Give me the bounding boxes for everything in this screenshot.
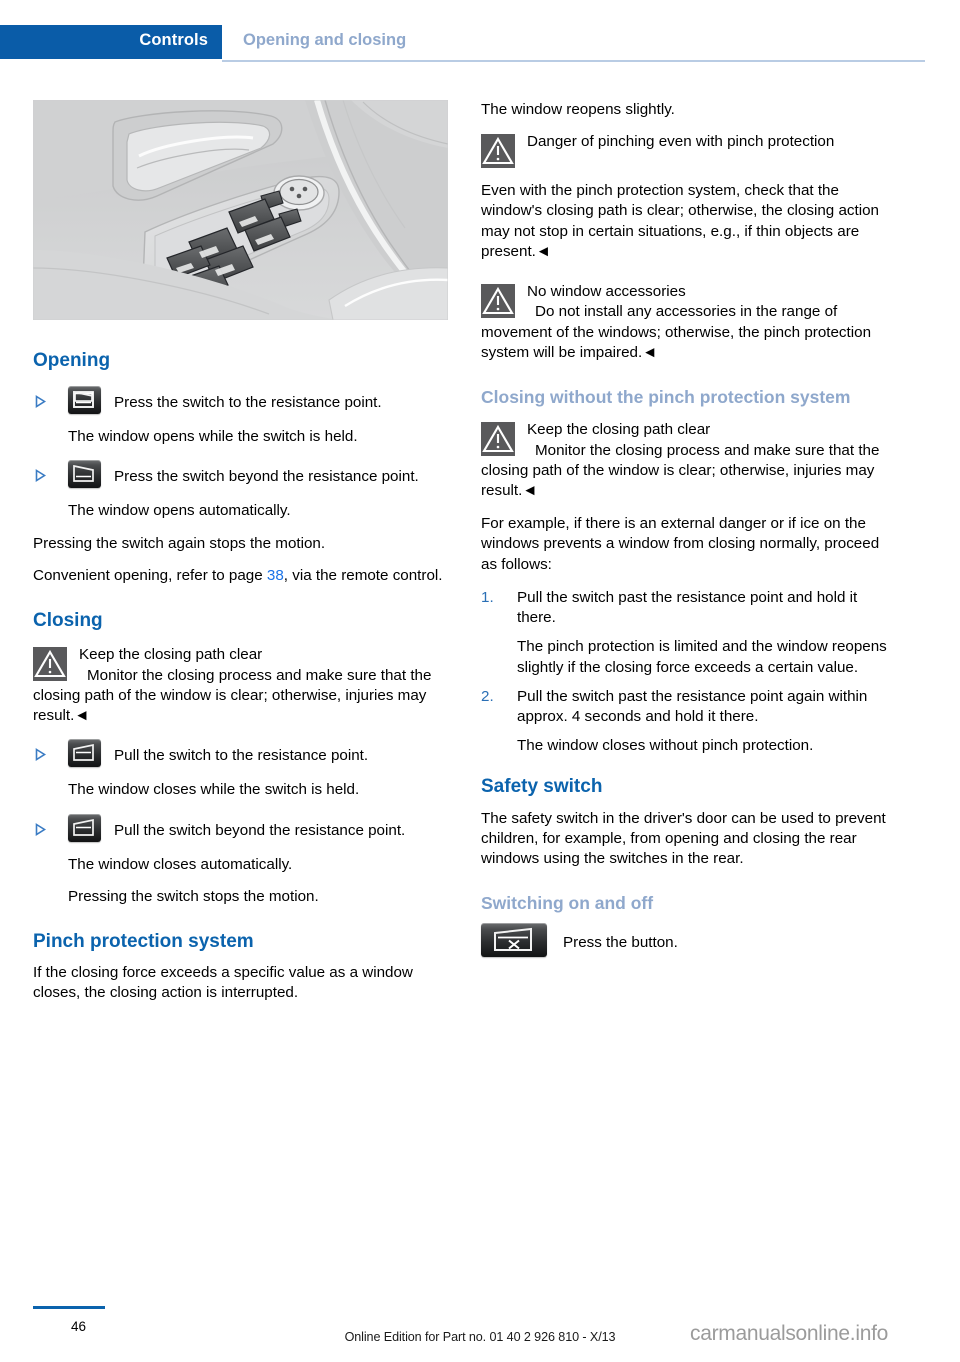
step-pull-to-resistance: Pull the switch to the resistance point.: [33, 739, 450, 769]
warning-title: Keep the closing path clear: [79, 646, 263, 664]
heading-pinch-protection-system: Pinch protection system: [33, 930, 254, 952]
step-press-beyond-resistance: Press the switch beyond the resistance p…: [33, 460, 450, 490]
warning-no-window-accessories: No window accessories Do not install any…: [481, 282, 898, 363]
step-pull-beyond-resistance: Pull the switch beyond the resistance po…: [33, 813, 450, 844]
right-column: The window reopens slightly. Danger of p…: [481, 100, 898, 969]
list-item-text: Pull the switch past the resistance poin…: [517, 687, 868, 725]
bullet-triangle-icon: [34, 395, 48, 409]
bullet-triangle-icon: [34, 469, 48, 483]
watermark: carmanualsonline.info: [690, 1322, 888, 1345]
chapter-tab-label: Controls: [139, 31, 208, 49]
crossref-page-link[interactable]: 38: [267, 567, 284, 584]
opening-note: Pressing the switch again stops the moti…: [33, 534, 326, 552]
window-close-switch-icon: [68, 739, 101, 768]
heading-safety-switch: Safety switch: [481, 776, 603, 798]
footer-divider: [33, 1306, 105, 1309]
warning-endmark: ◄: [535, 242, 551, 260]
step-result: The window opens while the switch is hel…: [68, 428, 358, 446]
heading-switching-on-and-off: Switching on and off: [481, 893, 654, 914]
chapter-tab: Controls: [0, 25, 222, 59]
list-item-subtext: The window closes without pinch protecti…: [517, 737, 814, 755]
heading-opening: Opening: [33, 350, 111, 371]
warning-body: Monitor the closing process and make sur…: [481, 441, 898, 502]
bullet-triangle-icon: [34, 822, 48, 837]
warning-body-text: Do not install any accessories in the ra…: [481, 303, 872, 361]
rear-window-lockout-button-icon: [481, 922, 547, 957]
warning-body: Monitor the closing process and make sur…: [33, 666, 450, 727]
header-divider: [222, 60, 925, 62]
warning-endmark: ◄: [642, 343, 658, 361]
warning-endmark: ◄: [522, 481, 538, 499]
warning-title: Danger of pinching even with pinch prote…: [527, 133, 835, 151]
heading-closing: Closing: [33, 610, 103, 632]
opening-crossref: Convenient opening, refer to page 38, vi…: [33, 566, 450, 586]
door-panel-illustration: [33, 100, 448, 320]
numbered-procedure-list: 1. Pull the switch past the resistance p…: [481, 588, 898, 757]
step-press-to-resistance: Press the switch to the resistance point…: [33, 386, 450, 416]
step-result: The window closes automatically.: [68, 855, 293, 873]
bullet-triangle-icon: [34, 748, 48, 762]
list-item-number: 2.: [481, 687, 494, 705]
section-title: Opening and closing: [243, 31, 407, 49]
crossref-suffix: , via the remote control.: [283, 566, 443, 584]
warning-triangle-icon: [481, 422, 515, 457]
warning-endmark: ◄: [74, 707, 90, 725]
warning-body-text: Monitor the closing process and make sur…: [481, 441, 880, 499]
step-instruction: Pull the switch to the resistance point.: [114, 747, 369, 765]
warning-danger-of-pinching: Danger of pinching even with pinch prote…: [481, 132, 898, 169]
window-open-switch-icon: [68, 386, 101, 415]
step-instruction: Pull the switch beyond the resistance po…: [114, 821, 406, 839]
warning-triangle-icon: [481, 134, 515, 169]
warning-title: No window accessories: [527, 283, 686, 301]
window-open-auto-switch-icon: [68, 460, 101, 489]
step-instruction: Press the switch beyond the resistance p…: [114, 468, 419, 486]
crossref-prefix: Convenient opening, refer to page: [33, 566, 267, 584]
pinch-protection-body: If the closing force exceeds a specific …: [33, 964, 413, 1002]
list-item-text: Pull the switch past the resistance poin…: [517, 588, 858, 627]
continued-text: The window reopens slightly.: [481, 101, 675, 118]
safety-switch-body: The safety switch in the driver's door c…: [481, 809, 886, 868]
closing-without-pinch-intro: For example, if there is an external dan…: [481, 515, 880, 573]
list-item-subtext: The pinch protection is limited and the …: [517, 638, 887, 676]
step-result: The window closes while the switch is he…: [68, 781, 360, 799]
list-item: 1. Pull the switch past the resistance p…: [481, 588, 898, 678]
warning-triangle-icon: [481, 284, 515, 319]
left-column: Opening Press the switch to the resistan…: [33, 100, 450, 1016]
switching-action: Press the button.: [481, 922, 898, 957]
window-close-auto-switch-icon: [68, 813, 101, 842]
step-result: The window opens automatically.: [68, 502, 291, 520]
list-item: 2. Pull the switch past the resistance p…: [481, 687, 898, 757]
page-header: Controls Opening and closing: [0, 25, 960, 59]
warning-keep-closing-path-clear: Keep the closing path clear Monitor the …: [33, 645, 450, 726]
list-item-number: 1.: [481, 588, 494, 606]
closing-note: Pressing the switch stops the motion.: [68, 887, 319, 905]
warning-title: Keep the closing path clear: [527, 421, 711, 439]
warning-body: Do not install any accessories in the ra…: [481, 302, 898, 363]
warning-body-text: Monitor the closing process and make sur…: [33, 666, 432, 725]
warning-danger-of-pinching-body: Even with the pinch protection system, c…: [481, 181, 898, 262]
switching-action-text: Press the button.: [563, 933, 678, 951]
step-instruction: Press the switch to the resistance point…: [114, 394, 382, 412]
warning-keep-closing-path-clear-2: Keep the closing path clear Monitor the …: [481, 420, 898, 501]
warning-triangle-icon: [33, 647, 67, 682]
heading-closing-without-pinch-protection: Closing without the pinch protection sys…: [481, 386, 851, 407]
